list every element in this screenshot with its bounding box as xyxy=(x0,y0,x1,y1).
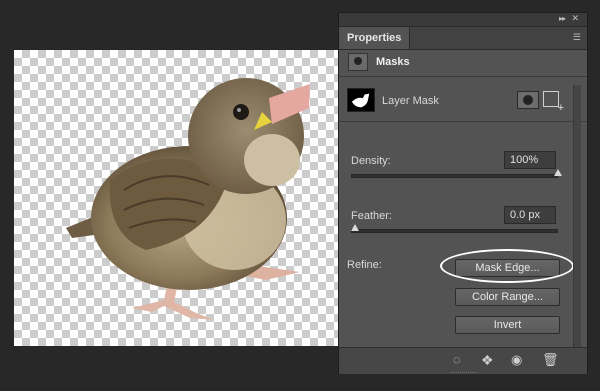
refine-label: Refine: xyxy=(347,259,382,271)
panel-tab-bar: Properties ☰ xyxy=(339,27,587,50)
properties-panel: ▸▸ ✕ Properties ☰ Masks Layer Mask Densi… xyxy=(338,12,588,374)
layer-mask-icon xyxy=(348,53,368,71)
density-slider[interactable] xyxy=(351,174,558,178)
apply-mask-diamond-icon[interactable]: ❖ xyxy=(481,352,494,369)
trash-icon[interactable]: 🗑 xyxy=(542,352,559,368)
divider xyxy=(339,121,587,122)
layer-mask-row: Layer Mask xyxy=(339,85,587,115)
panel-title-bar[interactable]: ▸▸ ✕ xyxy=(339,13,587,27)
vector-mask-add-icon[interactable] xyxy=(543,91,564,114)
highlight-annotation xyxy=(440,249,574,283)
hamburger-menu-icon[interactable]: ☰ xyxy=(573,32,581,43)
feather-slider-handle[interactable] xyxy=(351,224,359,231)
resize-grip[interactable] xyxy=(451,372,477,376)
double-chevron-right-icon[interactable]: ▸▸ xyxy=(559,14,566,23)
feather-field[interactable]: 0.0 px xyxy=(504,206,556,224)
pixel-mask-button-icon[interactable] xyxy=(517,91,539,109)
section-title: Masks xyxy=(376,56,410,68)
feather-label: Feather: xyxy=(351,210,392,222)
density-slider-handle[interactable] xyxy=(554,169,562,176)
feather-slider[interactable] xyxy=(351,229,558,233)
density-field[interactable]: 100% xyxy=(504,151,556,169)
dotted-circle-selection-icon[interactable]: ◌ xyxy=(453,352,461,367)
panel-scrollbar[interactable] xyxy=(573,85,581,353)
bird-image xyxy=(66,78,310,320)
mask-thumbnail xyxy=(347,88,375,112)
masks-section-header: Masks xyxy=(339,50,587,77)
document-canvas[interactable] xyxy=(14,50,338,346)
eye-icon[interactable]: ◉ xyxy=(511,352,522,368)
tab-properties[interactable]: Properties xyxy=(339,27,411,49)
close-icon[interactable]: ✕ xyxy=(571,13,579,24)
color-range-button[interactable]: Color Range... xyxy=(455,288,560,306)
panel-bottom-toolbar: ◌ ❖ ◉ 🗑 xyxy=(339,347,587,374)
density-label: Density: xyxy=(351,155,391,167)
layer-mask-label: Layer Mask xyxy=(382,95,439,107)
invert-button[interactable]: Invert xyxy=(455,316,560,334)
